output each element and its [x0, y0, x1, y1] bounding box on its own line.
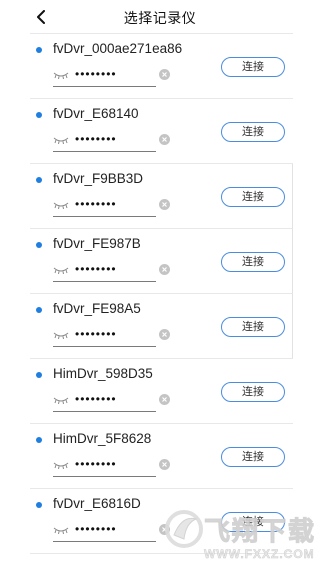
clear-icon[interactable] — [159, 264, 170, 275]
status-dot — [36, 242, 42, 248]
password-field[interactable]: •••••••• — [53, 196, 156, 217]
status-dot — [36, 112, 42, 118]
watermark-title: 飞翔下载 — [203, 516, 317, 547]
connect-button[interactable]: 连接 — [221, 57, 285, 77]
password-value: •••••••• — [75, 67, 117, 81]
password-value: •••••••• — [75, 522, 117, 536]
eye-closed-icon[interactable] — [53, 136, 69, 144]
device-name: fvDvr_E68140 — [53, 106, 139, 121]
clear-icon[interactable] — [159, 459, 170, 470]
watermark-logo-icon — [165, 510, 203, 548]
navigation-bar: 选择记录仪 — [0, 0, 320, 33]
device-row: fvDvr_F9BB3D •••••••• 连接 — [30, 164, 293, 229]
eye-closed-icon[interactable] — [53, 266, 69, 274]
watermark: 飞翔下载 WWW.FXXZ.COM — [162, 507, 320, 568]
password-value: •••••••• — [75, 392, 117, 406]
connect-button[interactable]: 连接 — [221, 317, 285, 337]
device-name: fvDvr_F9BB3D — [53, 171, 144, 186]
password-field[interactable]: •••••••• — [53, 521, 156, 542]
watermark-domain: WWW.FXXZ.COM — [204, 547, 315, 562]
password-field[interactable]: •••••••• — [53, 131, 156, 152]
device-name: fvDvr_FE987B — [53, 236, 141, 251]
password-value: •••••••• — [75, 327, 117, 341]
password-value: •••••••• — [75, 197, 117, 211]
connect-button[interactable]: 连接 — [221, 122, 285, 142]
connect-button[interactable]: 连接 — [221, 252, 285, 272]
status-dot — [36, 307, 42, 313]
device-row: fvDvr_E68140 •••••••• 连接 — [30, 99, 293, 164]
device-list: fvDvr_000ae271ea86 •••••••• 连接 fvDvr_E68… — [30, 33, 293, 554]
eye-closed-icon[interactable] — [53, 461, 69, 469]
device-name: fvDvr_FE98A5 — [53, 301, 141, 316]
eye-closed-icon[interactable] — [53, 331, 69, 339]
clear-icon[interactable] — [159, 394, 170, 405]
page-title: 选择记录仪 — [123, 10, 197, 26]
device-row: HimDvr_598D35 •••••••• 连接 — [30, 359, 293, 424]
connect-button[interactable]: 连接 — [221, 447, 285, 467]
clear-icon[interactable] — [159, 199, 170, 210]
eye-closed-icon[interactable] — [53, 201, 69, 209]
password-value: •••••••• — [75, 262, 117, 276]
clear-icon[interactable] — [159, 69, 170, 80]
status-dot — [36, 437, 42, 443]
device-name: fvDvr_000ae271ea86 — [53, 41, 183, 56]
device-row: fvDvr_FE98A5 •••••••• 连接 — [30, 294, 293, 359]
device-row: fvDvr_FE987B •••••••• 连接 — [30, 229, 293, 294]
password-value: •••••••• — [75, 132, 117, 146]
status-dot — [36, 372, 42, 378]
password-field[interactable]: •••••••• — [53, 456, 156, 477]
eye-closed-icon[interactable] — [53, 396, 69, 404]
status-dot — [36, 47, 42, 53]
status-dot — [36, 502, 42, 508]
connect-button[interactable]: 连接 — [221, 382, 285, 402]
password-field[interactable]: •••••••• — [53, 391, 156, 412]
connect-button[interactable]: 连接 — [221, 187, 285, 207]
clear-icon[interactable] — [159, 329, 170, 340]
status-dot — [36, 177, 42, 183]
device-name: fvDvr_E6816D — [53, 496, 141, 511]
eye-closed-icon[interactable] — [53, 526, 69, 534]
device-name: HimDvr_5F8628 — [53, 431, 152, 446]
eye-closed-icon[interactable] — [53, 71, 69, 79]
password-field[interactable]: •••••••• — [53, 326, 156, 347]
password-field[interactable]: •••••••• — [53, 261, 156, 282]
password-value: •••••••• — [75, 457, 117, 471]
device-row: HimDvr_5F8628 •••••••• 连接 — [30, 424, 293, 489]
device-row: fvDvr_000ae271ea86 •••••••• 连接 — [30, 34, 293, 99]
device-name: HimDvr_598D35 — [53, 366, 153, 381]
clear-icon[interactable] — [159, 134, 170, 145]
password-field[interactable]: •••••••• — [53, 66, 156, 87]
